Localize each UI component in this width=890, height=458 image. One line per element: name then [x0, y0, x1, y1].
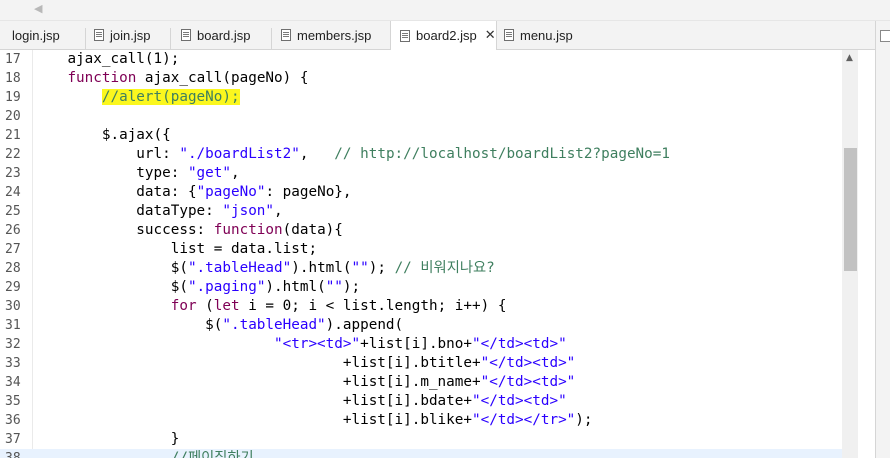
jsp-file-icon: [400, 29, 410, 42]
scrollbar-thumb[interactable]: [844, 148, 857, 271]
code-text: for (let i = 0; i < list.length; i++) {: [170, 298, 507, 314]
code-line[interactable]: 32 "<tr><td>"+list[i].bno+"</td><td>": [0, 335, 842, 354]
code-text: +list[i].m_name+"</td><td>": [342, 374, 576, 390]
tab-label: board2.jsp: [416, 28, 477, 43]
line-number: 32: [5, 337, 21, 352]
line-number: 31: [5, 318, 21, 333]
line-number: 26: [5, 223, 21, 238]
minimized-view-icon[interactable]: [880, 30, 890, 42]
tab-board2-jsp[interactable]: board2.jsp ✕: [390, 21, 497, 50]
editor-margin: [858, 50, 875, 458]
code-text: function ajax_call(pageNo) {: [67, 70, 309, 86]
code-line[interactable]: 35 +list[i].bdate+"</td><td>": [0, 392, 842, 411]
close-icon[interactable]: ✕: [485, 28, 496, 43]
line-number: 19: [5, 90, 21, 105]
code-line[interactable]: 29 $(".paging").html("");: [0, 278, 842, 297]
code-line[interactable]: 23 type: "get",: [0, 164, 842, 183]
code-text: +list[i].btitle+"</td><td>": [342, 355, 576, 371]
tab-join-jsp[interactable]: join.jsp: [86, 21, 168, 49]
code-text: data: {"pageNo": pageNo},: [136, 184, 352, 200]
side-panel-edge: [875, 21, 890, 458]
jsp-file-icon: [504, 29, 514, 41]
line-number: 21: [5, 128, 21, 143]
tab-label: menu.jsp: [520, 27, 573, 43]
code-line[interactable]: 25 dataType: "json",: [0, 202, 842, 221]
line-number: 25: [5, 204, 21, 219]
line-number: 38: [5, 449, 21, 458]
line-number: 24: [5, 185, 21, 200]
code-line[interactable]: 31 $(".tableHead").append(: [0, 316, 842, 335]
code-text: dataType: "json",: [136, 203, 283, 219]
tab-members-jsp[interactable]: members.jsp: [272, 21, 390, 49]
tab-label: login.jsp: [12, 27, 60, 43]
code-line[interactable]: 36 +list[i].blike+"</td></tr>");: [0, 411, 842, 430]
code-text: url: "./boardList2", // http://localhost…: [136, 146, 670, 162]
tab-divider: [170, 28, 171, 50]
code-text: $(".tableHead").html(""); // 비워지나요?: [170, 260, 495, 276]
tab-divider: [271, 28, 272, 50]
code-text: +list[i].bdate+"</td><td>": [342, 393, 567, 409]
code-line[interactable]: 34 +list[i].m_name+"</td><td>": [0, 373, 842, 392]
line-number: 37: [5, 432, 21, 447]
code-line[interactable]: 37 }: [0, 430, 842, 449]
code-line-current[interactable]: 38 //페이징하기: [0, 449, 842, 458]
code-text: type: "get",: [136, 165, 240, 181]
tab-label: join.jsp: [110, 27, 151, 43]
highlighted-comment: //alert(pageNo);: [101, 89, 240, 105]
line-number: 17: [5, 52, 21, 67]
line-number: 36: [5, 413, 21, 428]
code-text: ajax_call(1);: [67, 51, 180, 67]
code-text: }: [170, 431, 180, 447]
chevron-left-icon[interactable]: ◀: [34, 2, 42, 15]
code-text: list = data.list;: [170, 241, 318, 257]
line-number: 34: [5, 375, 21, 390]
line-number: 27: [5, 242, 21, 257]
line-number: 18: [5, 71, 21, 86]
line-number: 29: [5, 280, 21, 295]
line-number: 22: [5, 147, 21, 162]
code-editor[interactable]: 17 ajax_call(1); 18 function ajax_call(p…: [0, 50, 842, 458]
code-line[interactable]: 18 function ajax_call(pageNo) {: [0, 69, 842, 88]
code-text: "<tr><td>"+list[i].bno+"</td><td>": [274, 336, 567, 352]
code-line[interactable]: 20: [0, 107, 842, 126]
tab-menu-jsp[interactable]: menu.jsp: [496, 21, 596, 49]
code-line[interactable]: 17 ajax_call(1);: [0, 50, 842, 69]
tab-login-jsp[interactable]: login.jsp: [0, 21, 84, 49]
line-number: 23: [5, 166, 21, 181]
code-text: $(".paging").html("");: [170, 279, 361, 295]
top-toolbar-strip: ◀: [0, 0, 890, 21]
tab-label: members.jsp: [297, 27, 372, 43]
tab-label: board.jsp: [197, 27, 251, 43]
vertical-scrollbar[interactable]: ▲: [842, 50, 858, 458]
line-number: 33: [5, 356, 21, 371]
code-line[interactable]: 30 for (let i = 0; i < list.length; i++)…: [0, 297, 842, 316]
line-number: 20: [5, 109, 21, 124]
code-line[interactable]: 24 data: {"pageNo": pageNo},: [0, 183, 842, 202]
jsp-file-icon: [94, 29, 104, 41]
code-text: +list[i].blike+"</td></tr>");: [342, 412, 593, 428]
tab-board-jsp[interactable]: board.jsp: [172, 21, 272, 49]
code-line[interactable]: 26 success: function(data){: [0, 221, 842, 240]
code-text: success: function(data){: [136, 222, 343, 238]
editor-tab-bar: login.jsp join.jsp board.jsp members.jsp…: [0, 21, 890, 50]
code-line[interactable]: 21 $.ajax({: [0, 126, 842, 145]
code-text: $.ajax({: [101, 127, 171, 143]
code-text: //alert(pageNo);: [33, 88, 240, 107]
jsp-file-icon: [281, 29, 291, 41]
jsp-file-icon: [181, 29, 191, 41]
line-number: 35: [5, 394, 21, 409]
code-line[interactable]: 27 list = data.list;: [0, 240, 842, 259]
line-number: 30: [5, 299, 21, 314]
line-number: 28: [5, 261, 21, 276]
tab-divider: [85, 28, 86, 50]
code-line[interactable]: 33 +list[i].btitle+"</td><td>": [0, 354, 842, 373]
code-text: //페이징하기: [170, 450, 254, 458]
code-line[interactable]: 28 $(".tableHead").html(""); // 비워지나요?: [0, 259, 842, 278]
code-line[interactable]: 19 //alert(pageNo);: [0, 88, 842, 107]
code-line[interactable]: 22 url: "./boardList2", // http://localh…: [0, 145, 842, 164]
scroll-up-icon[interactable]: ▲: [846, 53, 853, 63]
code-text: $(".tableHead").append(: [205, 317, 404, 333]
